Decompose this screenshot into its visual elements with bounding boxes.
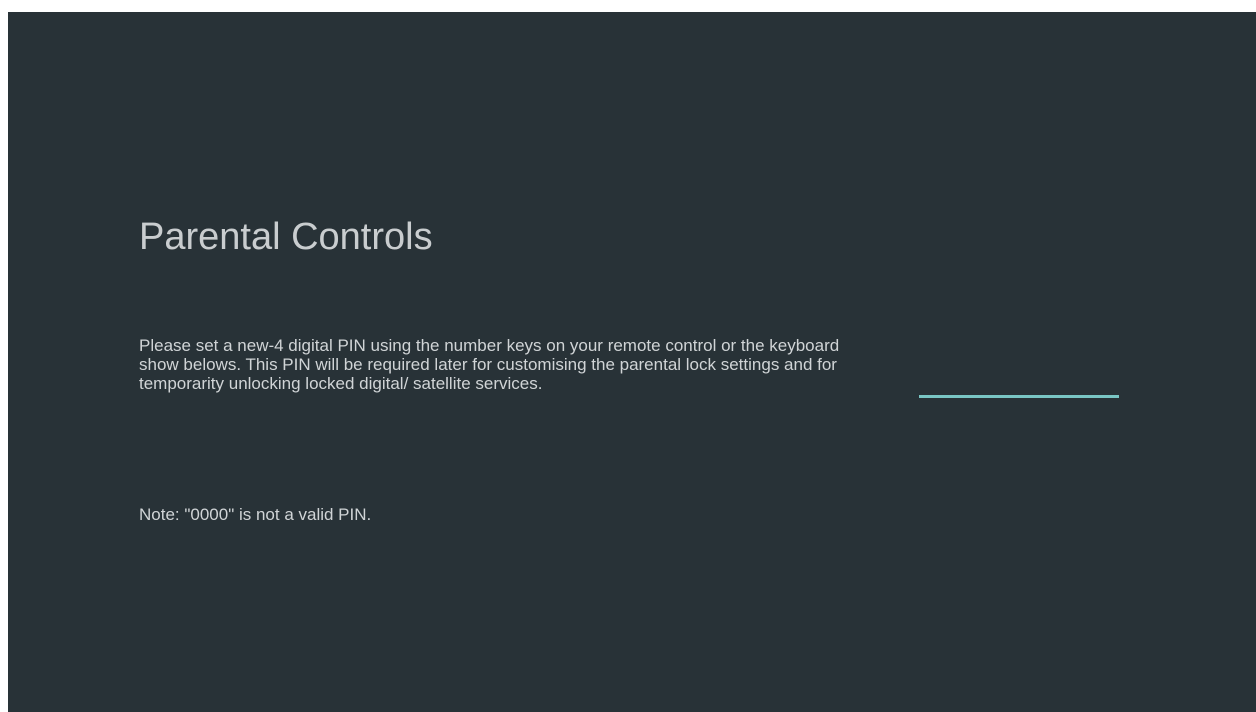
pin-instructions: Please set a new-4 digital PIN using the… — [139, 336, 840, 393]
parental-controls-screen: Parental Controls Please set a new-4 dig… — [8, 12, 1256, 712]
pin-note: Note: "0000" is not a valid PIN. — [139, 505, 372, 524]
pin-input[interactable] — [919, 352, 1119, 398]
page-title: Parental Controls — [139, 216, 433, 258]
pin-input-underline — [919, 395, 1119, 398]
